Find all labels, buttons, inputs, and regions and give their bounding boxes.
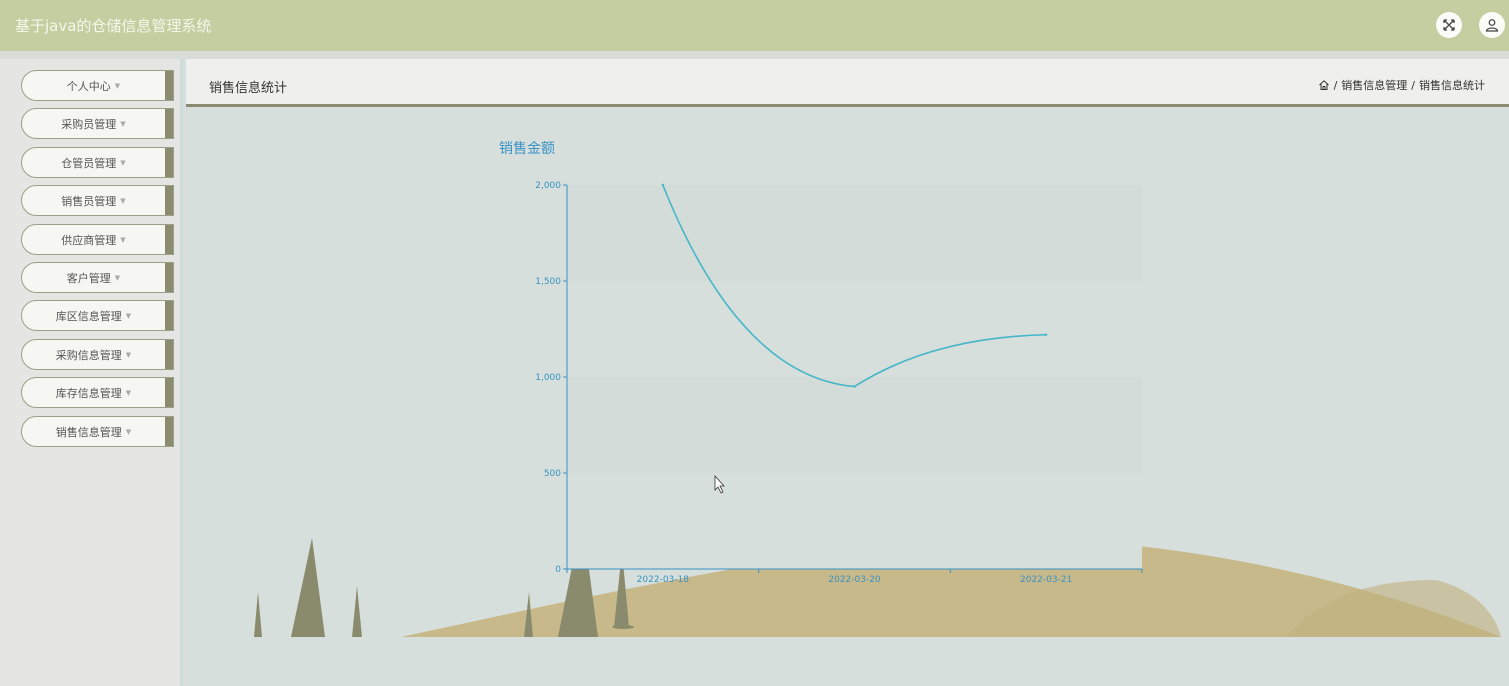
top-divider [0, 51, 1509, 59]
sidebar-item-label: 采购员管理 [61, 117, 117, 131]
data-point [853, 385, 856, 388]
chevron-down-icon: ▼ [125, 427, 132, 436]
sidebar-item-accent [165, 148, 173, 177]
sidebar-item-purchaser[interactable]: 采购员管理 ▼ [21, 108, 174, 139]
sidebar: 个人中心 ▼ 采购员管理 ▼ 仓管员管理 ▼ 销售员管理 ▼ 供应商管理 ▼ 客户管理 ▼ … [0, 59, 183, 686]
y-tick-label: 2,000 [535, 181, 561, 191]
sidebar-item-label: 库存信息管理 [55, 386, 122, 400]
chevron-down-icon: ▼ [120, 119, 126, 128]
y-tick-label: 500 [544, 469, 561, 479]
y-tick-label: 1,500 [535, 277, 561, 287]
sidebar-item-purchase-info[interactable]: 采购信息管理 ▼ [21, 339, 174, 370]
sidebar-item-accent [165, 71, 173, 100]
user-button[interactable] [1479, 12, 1505, 38]
chevron-down-icon: ▼ [120, 235, 126, 244]
sidebar-item-label: 采购信息管理 [55, 348, 122, 362]
sidebar-item-warehouse-keeper[interactable]: 仓管员管理 ▼ [21, 147, 174, 178]
sidebar-item-sales-info[interactable]: 销售信息管理 ▼ [21, 416, 174, 447]
sidebar-item-accent [165, 109, 173, 138]
grid-band [567, 281, 1142, 377]
sidebar-item-personal-center[interactable]: 个人中心 ▼ [21, 70, 174, 101]
sidebar-item-accent [165, 186, 173, 215]
home-icon[interactable] [1318, 79, 1330, 91]
breadcrumb: / 销售信息管理 / 销售信息统计 [1318, 77, 1485, 93]
grid-band [567, 473, 1142, 569]
sidebar-item-salesperson[interactable]: 销售员管理 ▼ [21, 185, 174, 216]
sidebar-item-supplier[interactable]: 供应商管理 ▼ [21, 224, 174, 255]
page-title: 销售信息统计 [209, 81, 288, 96]
page-header: 销售信息统计 / 销售信息管理 / 销售信息统计 [186, 59, 1509, 107]
fullscreen-button[interactable] [1436, 12, 1462, 38]
x-tick-label: 2022-03-18 [637, 575, 690, 585]
x-tick-label: 2022-03-20 [828, 575, 881, 585]
x-tick-label: 2022-03-21 [1020, 575, 1072, 585]
sidebar-item-customer[interactable]: 客户管理 ▼ [21, 262, 174, 293]
sidebar-item-accent [165, 417, 173, 446]
fullscreen-icon [1443, 19, 1455, 31]
sidebar-item-accent [165, 225, 173, 254]
y-axis: 0 500 1,000 1,500 2,000 [535, 181, 568, 575]
top-bar: 基于java的仓储信息管理系统 [0, 0, 1509, 51]
sidebar-item-inventory-info[interactable]: 库存信息管理 ▼ [21, 377, 174, 408]
y-tick-label: 0 [555, 565, 561, 575]
sidebar-item-storage-area[interactable]: 库区信息管理 ▼ [21, 300, 174, 331]
app-title: 基于java的仓储信息管理系统 [15, 17, 212, 35]
sidebar-item-accent [165, 378, 173, 407]
breadcrumb-separator: / [1333, 78, 1338, 92]
sidebar-item-label: 库区信息管理 [55, 309, 122, 323]
chart-title: 销售金额 [499, 141, 555, 157]
grid-band [567, 185, 1142, 281]
sales-amount-chart: 销售金额 0 500 1,000 1,500 2,000 2022-03-18 2022-… [254, 141, 1501, 637]
chevron-down-icon: ▼ [125, 350, 132, 359]
y-tick-label: 1,000 [535, 373, 561, 383]
sidebar-item-label: 仓管员管理 [61, 156, 117, 170]
grid-band [567, 377, 1142, 473]
breadcrumb-item-sales-stats: 销售信息统计 [1419, 79, 1485, 92]
user-icon [1485, 19, 1499, 32]
chevron-down-icon: ▼ [120, 158, 126, 167]
chevron-down-icon: ▼ [120, 196, 126, 205]
sidebar-item-accent [165, 301, 173, 330]
main-content: 销售金额 0 500 1,000 1,500 2,000 2022-03-18 2022-… [186, 110, 1509, 686]
chevron-down-icon: ▼ [125, 311, 132, 320]
sidebar-item-label: 个人中心 [66, 79, 111, 93]
sidebar-item-accent [165, 340, 173, 369]
chevron-down-icon: ▼ [114, 81, 121, 90]
sidebar-item-accent [165, 263, 173, 292]
data-point [661, 183, 665, 187]
sidebar-item-label: 销售员管理 [61, 194, 117, 208]
chart-grid-bands [567, 185, 1142, 569]
breadcrumb-item-sales-info[interactable]: 销售信息管理 [1341, 77, 1407, 93]
breadcrumb-separator: / [1411, 78, 1415, 92]
sidebar-item-label: 销售信息管理 [55, 425, 122, 439]
chevron-down-icon: ▼ [125, 388, 132, 397]
chevron-down-icon: ▼ [114, 273, 121, 282]
data-point [1044, 333, 1048, 336]
sidebar-item-label: 供应商管理 [61, 233, 117, 247]
sidebar-item-label: 客户管理 [66, 271, 111, 285]
